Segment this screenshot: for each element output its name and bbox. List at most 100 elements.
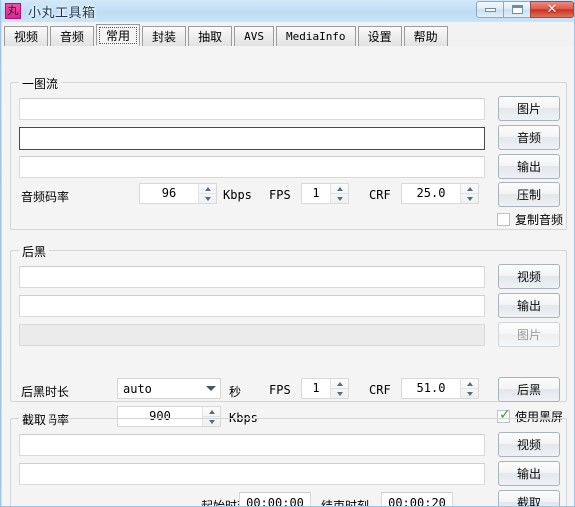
tab-mediainfo[interactable]: MediaInfo	[276, 26, 356, 46]
black-end-duration-label: 后黑时长	[21, 383, 69, 400]
one-picture-audio-button[interactable]: 音频	[498, 125, 560, 150]
clip-output-button[interactable]: 输出	[498, 461, 560, 486]
stepper-up-icon[interactable]	[331, 184, 348, 194]
stepper-up-icon[interactable]	[203, 407, 220, 417]
stepper-arrows[interactable]	[460, 184, 478, 203]
one-picture-fps-stepper[interactable]: 1	[301, 183, 349, 204]
black-end-seconds-unit-label: 秒	[229, 383, 241, 400]
tab-label: 帮助	[414, 28, 438, 45]
tab-avs[interactable]: AVS	[234, 26, 274, 46]
one-picture-image-path-input[interactable]	[19, 98, 485, 120]
black-end-image-path-input	[19, 324, 485, 346]
stepper-arrows[interactable]	[198, 184, 216, 203]
clip-end-time-input[interactable]	[381, 492, 453, 507]
tab-label: 封装	[152, 28, 176, 45]
one-picture-crf-stepper[interactable]: 25.0	[401, 183, 479, 204]
button-label: 图片	[517, 326, 541, 343]
stepper-value: 25.0	[402, 184, 460, 203]
tab-settings[interactable]: 设置	[358, 26, 402, 46]
stepper-down-icon[interactable]	[199, 194, 216, 203]
chevron-down-icon[interactable]	[202, 386, 220, 391]
black-end-output-path-input[interactable]	[19, 295, 485, 317]
tab-demux[interactable]: 抽取	[188, 26, 232, 46]
clip-run-button[interactable]: 截取	[498, 490, 560, 507]
combobox-value: auto	[118, 382, 202, 396]
button-label: 视频	[517, 436, 541, 453]
tab-label: 设置	[368, 28, 392, 45]
stepper-arrows[interactable]	[330, 379, 348, 398]
button-label: 后黑	[517, 381, 541, 398]
button-label: 截取	[517, 494, 541, 507]
clip-video-path-input[interactable]	[19, 434, 485, 456]
one-picture-encode-button[interactable]: 压制	[498, 182, 560, 207]
tab-label: 常用	[106, 27, 130, 44]
button-label: 输出	[517, 158, 541, 175]
button-label: 视频	[517, 268, 541, 285]
black-end-run-button[interactable]: 后黑	[498, 377, 560, 402]
title-bar[interactable]: 丸 小丸工具箱 ✕	[1, 0, 575, 22]
black-end-crf-stepper[interactable]: 51.0	[401, 378, 479, 399]
stepper-down-icon[interactable]	[331, 194, 348, 203]
clip-output-path-input[interactable]	[19, 463, 485, 485]
group-black-end-caption: 后黑	[19, 243, 49, 260]
stepper-arrows[interactable]	[460, 379, 478, 398]
close-button[interactable]: ✕	[530, 1, 574, 18]
black-end-duration-combobox[interactable]: auto	[117, 378, 221, 399]
caption-buttons: ✕	[476, 1, 574, 18]
group-clip: 截取 视频 输出 起始时刻 结束时刻 截取	[10, 418, 567, 507]
button-label: 压制	[517, 186, 541, 203]
one-picture-fps-label: FPS	[269, 188, 291, 202]
one-picture-audio-bitrate-stepper[interactable]: 96	[139, 183, 217, 204]
stepper-up-icon[interactable]	[461, 379, 478, 389]
stepper-down-icon[interactable]	[461, 389, 478, 398]
minimize-button[interactable]	[476, 1, 503, 18]
one-picture-kbps-unit-label: Kbps	[223, 188, 252, 202]
clip-end-time-label: 结束时刻	[321, 497, 369, 507]
group-one-picture-caption: 一图流	[19, 75, 61, 92]
minimize-icon	[485, 8, 496, 12]
maximize-icon	[512, 5, 523, 14]
stepper-value: 1	[302, 379, 330, 398]
one-picture-audio-bitrate-label: 音频码率	[21, 188, 69, 205]
clip-video-button[interactable]: 视频	[498, 432, 560, 457]
tab-mux[interactable]: 封装	[142, 26, 186, 46]
app-icon: 丸	[5, 3, 21, 19]
tab-help[interactable]: 帮助	[404, 26, 448, 46]
black-end-video-button[interactable]: 视频	[498, 264, 560, 289]
one-picture-output-path-input[interactable]	[19, 156, 485, 178]
tab-common[interactable]: 常用	[96, 24, 140, 46]
group-one-picture: 一图流 图片 音频 输出 音频码率 96	[10, 82, 567, 230]
client-area: 视频 音频 常用 封装 抽取 AVS MediaInfo 设置	[2, 22, 575, 506]
checkbox-box	[497, 213, 510, 226]
tab-audio[interactable]: 音频	[50, 26, 94, 46]
tab-label: 视频	[14, 28, 38, 45]
stepper-down-icon[interactable]	[461, 194, 478, 203]
tab-label: AVS	[244, 30, 264, 43]
black-end-fps-label: FPS	[269, 383, 291, 397]
group-black-end: 后黑 视频 输出 图片 后黑时长 auto 秒	[10, 250, 567, 402]
tab-video[interactable]: 视频	[4, 26, 48, 46]
one-picture-image-button[interactable]: 图片	[498, 96, 560, 121]
close-icon: ✕	[547, 3, 558, 16]
black-end-crf-label: CRF	[369, 383, 391, 397]
button-label: 图片	[517, 100, 541, 117]
black-end-output-button[interactable]: 输出	[498, 293, 560, 318]
one-picture-audio-path-input[interactable]	[19, 127, 485, 150]
button-label: 输出	[517, 465, 541, 482]
stepper-up-icon[interactable]	[461, 184, 478, 194]
one-picture-crf-label: CRF	[369, 188, 391, 202]
clip-start-time-input[interactable]	[239, 492, 311, 507]
stepper-up-icon[interactable]	[199, 184, 216, 194]
one-picture-output-button[interactable]: 输出	[498, 154, 560, 179]
maximize-button[interactable]	[503, 1, 530, 18]
black-end-video-path-input[interactable]	[19, 266, 485, 288]
black-end-fps-stepper[interactable]: 1	[301, 378, 349, 399]
stepper-arrows[interactable]	[330, 184, 348, 203]
stepper-value: 96	[140, 184, 198, 203]
button-label: 输出	[517, 297, 541, 314]
group-clip-caption: 截取	[19, 411, 49, 428]
stepper-down-icon[interactable]	[331, 389, 348, 398]
tab-label: 抽取	[198, 28, 222, 45]
stepper-up-icon[interactable]	[331, 379, 348, 389]
one-picture-copy-audio-checkbox[interactable]: 复制音频	[497, 211, 563, 228]
